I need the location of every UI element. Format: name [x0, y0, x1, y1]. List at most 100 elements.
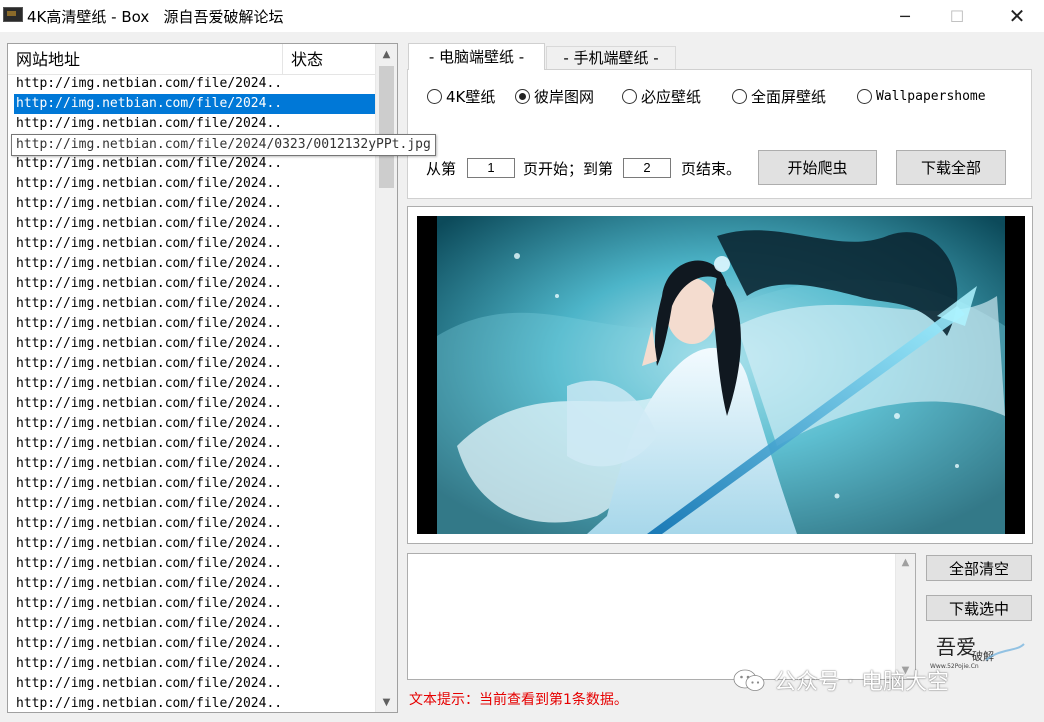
table-row[interactable]: http://img.netbian.com/file/2024...	[8, 374, 375, 394]
url-cell: http://img.netbian.com/file/2024...	[16, 116, 281, 131]
status-cell	[283, 514, 375, 534]
table-row[interactable]: http://img.netbian.com/file/2024...	[8, 414, 375, 434]
status-cell	[283, 634, 375, 654]
status-cell	[283, 314, 375, 334]
radio-label: 全面屏壁纸	[751, 87, 827, 106]
tab-mobile-wallpaper[interactable]: - 手机端壁纸 -	[546, 46, 676, 69]
table-row[interactable]: http://img.netbian.com/file/2024...	[8, 674, 375, 694]
window-title: 4K高清壁纸 - Box 源自吾爱破解论坛	[27, 8, 284, 26]
url-cell: http://img.netbian.com/file/2024...	[16, 316, 281, 331]
status-cell	[283, 214, 375, 234]
table-row[interactable]: http://img.netbian.com/file/2024...	[8, 494, 375, 514]
status-cell	[283, 654, 375, 674]
minimize-button[interactable]: ─	[882, 0, 928, 32]
table-row[interactable]: http://img.netbian.com/file/2024...	[8, 614, 375, 634]
maximize-button[interactable]: ☐	[934, 0, 980, 32]
table-row[interactable]: http://img.netbian.com/file/2024...	[8, 194, 375, 214]
table-row[interactable]: http://img.netbian.com/file/2024...	[8, 174, 375, 194]
url-cell: http://img.netbian.com/file/2024...	[16, 456, 281, 471]
status-cell	[283, 114, 375, 134]
status-cell	[283, 694, 375, 712]
status-cell	[283, 394, 375, 414]
table-row[interactable]: http://img.netbian.com/file/2024...	[8, 154, 375, 174]
status-cell	[283, 494, 375, 514]
table-row[interactable]: http://img.netbian.com/file/2024...	[8, 94, 375, 114]
status-cell	[283, 174, 375, 194]
table-row[interactable]: http://img.netbian.com/file/2024...	[8, 474, 375, 494]
radio-label: 4K壁纸	[446, 87, 496, 106]
table-row[interactable]: http://img.netbian.com/file/2024...	[8, 254, 375, 274]
status-cell	[283, 454, 375, 474]
start-page-input[interactable]: 1	[467, 158, 515, 178]
url-cell: http://img.netbian.com/file/2024...	[16, 76, 281, 91]
table-row[interactable]: http://img.netbian.com/file/2024...	[8, 454, 375, 474]
status-cell	[283, 474, 375, 494]
to-page-label: 页开始；到第	[523, 160, 614, 178]
table-row[interactable]: http://img.netbian.com/file/2024...	[8, 334, 375, 354]
table-row[interactable]: http://img.netbian.com/file/2024...	[8, 554, 375, 574]
pc-wallpaper-panel: 4K壁纸 彼岸图网 必应壁纸 全面屏壁纸 Wallpapershome 从第 1…	[407, 69, 1032, 199]
start-crawl-button[interactable]: 开始爬虫	[758, 150, 877, 185]
table-row[interactable]: http://img.netbian.com/file/2024...	[8, 514, 375, 534]
radio-bing[interactable]: 必应壁纸	[622, 86, 701, 106]
table-row[interactable]: http://img.netbian.com/file/2024...	[8, 74, 375, 94]
log-textarea[interactable]: ▲ ▼	[407, 553, 916, 680]
table-row[interactable]: http://img.netbian.com/file/2024...	[8, 394, 375, 414]
url-cell: http://img.netbian.com/file/2024...	[16, 356, 281, 371]
table-row[interactable]: http://img.netbian.com/file/2024...	[8, 654, 375, 674]
table-row[interactable]: http://img.netbian.com/file/2024...	[8, 234, 375, 254]
url-cell: http://img.netbian.com/file/2024...	[16, 696, 281, 711]
radio-4k[interactable]: 4K壁纸	[427, 86, 495, 106]
scroll-up-arrow-icon[interactable]: ▲	[376, 44, 397, 64]
table-row[interactable]: http://img.netbian.com/file/2024...	[8, 634, 375, 654]
status-cell	[283, 274, 375, 294]
url-cell: http://img.netbian.com/file/2024...	[16, 416, 281, 431]
download-all-button[interactable]: 下载全部	[896, 150, 1006, 185]
radio-wallpapershome[interactable]: Wallpapershome	[857, 86, 986, 106]
list-header: 网站地址 状态	[8, 44, 375, 75]
table-row[interactable]: http://img.netbian.com/file/2024...	[8, 294, 375, 314]
column-header-status[interactable]: 状态	[283, 44, 375, 74]
scroll-up-arrow-icon[interactable]: ▲	[896, 557, 915, 568]
table-row[interactable]: http://img.netbian.com/file/2024...	[8, 114, 375, 134]
table-row[interactable]: http://img.netbian.com/file/2024...	[8, 274, 375, 294]
wallpaper-image	[417, 216, 1025, 534]
radio-fullscreen[interactable]: 全面屏壁纸	[732, 86, 826, 106]
table-row[interactable]: http://img.netbian.com/file/2024...	[8, 594, 375, 614]
table-row[interactable]: http://img.netbian.com/file/2024...	[8, 534, 375, 554]
url-cell: http://img.netbian.com/file/2024...	[16, 536, 281, 551]
tab-pc-wallpaper[interactable]: - 电脑端壁纸 -	[408, 43, 545, 70]
status-cell	[283, 674, 375, 694]
status-cell	[283, 194, 375, 214]
end-page-input[interactable]: 2	[623, 158, 671, 178]
status-cell	[283, 554, 375, 574]
table-row[interactable]: http://img.netbian.com/file/2024...	[8, 354, 375, 374]
wechat-watermark: 公众号 · 电脑大空	[732, 662, 949, 698]
status-cell	[283, 614, 375, 634]
radio-netbian[interactable]: 彼岸图网	[515, 86, 594, 106]
status-cell	[283, 574, 375, 594]
log-scrollbar[interactable]: ▲ ▼	[895, 554, 915, 679]
download-selected-button[interactable]: 下载选中	[926, 595, 1032, 621]
watermark-text: 公众号 · 电脑大空	[774, 670, 949, 695]
clear-all-button[interactable]: 全部清空	[926, 555, 1032, 581]
status-text: 文本提示：当前查看到第1条数据。	[409, 692, 628, 708]
table-row[interactable]: http://img.netbian.com/file/2024...	[8, 434, 375, 454]
table-row[interactable]: http://img.netbian.com/file/2024...	[8, 314, 375, 334]
scroll-down-arrow-icon[interactable]: ▼	[376, 692, 397, 712]
table-row[interactable]: http://img.netbian.com/file/2024...	[8, 214, 375, 234]
url-cell: http://img.netbian.com/file/2024...	[16, 616, 281, 631]
close-button[interactable]: ✕	[994, 0, 1040, 32]
wallpaper-preview	[407, 206, 1033, 544]
url-cell: http://img.netbian.com/file/2024...	[16, 336, 281, 351]
url-cell: http://img.netbian.com/file/2024...	[16, 196, 281, 211]
url-cell: http://img.netbian.com/file/2024...	[16, 496, 281, 511]
url-cell: http://img.netbian.com/file/2024...	[16, 656, 281, 671]
url-cell: http://img.netbian.com/file/2024...	[16, 256, 281, 271]
column-header-url[interactable]: 网站地址	[8, 44, 283, 74]
table-row[interactable]: http://img.netbian.com/file/2024...	[8, 694, 375, 712]
status-cell	[283, 334, 375, 354]
table-row[interactable]: http://img.netbian.com/file/2024...	[8, 574, 375, 594]
scroll-thumb[interactable]	[379, 66, 394, 188]
url-cell: http://img.netbian.com/file/2024...	[16, 636, 281, 651]
